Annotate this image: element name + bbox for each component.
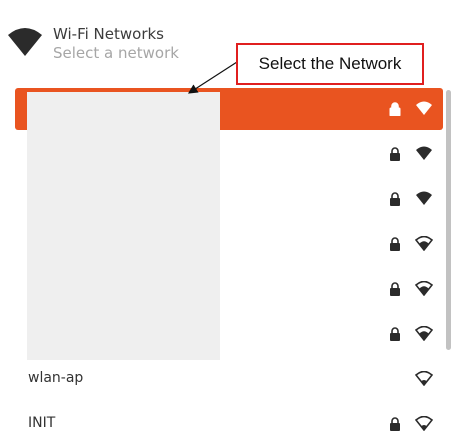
wifi-signal-medium-icon: [415, 236, 433, 251]
lock-icon: [390, 327, 400, 341]
lock-icon: [390, 192, 400, 206]
scrollbar[interactable]: [446, 90, 451, 350]
network-name: wlan-ap: [28, 370, 84, 386]
lock-icon: [390, 282, 400, 296]
wifi-signal-full-icon: [416, 101, 432, 115]
wifi-signal-full-icon: [416, 146, 432, 160]
network-row[interactable]: INIT: [15, 403, 443, 445]
network-row[interactable]: wlan-ap: [15, 358, 443, 400]
lock-icon: [390, 237, 400, 251]
lock-icon: [390, 417, 400, 431]
wifi-signal-medium-icon: [415, 281, 433, 296]
wifi-signal-full-icon: [416, 191, 432, 205]
lock-icon: [389, 102, 401, 116]
wifi-signal-medium-icon: [415, 326, 433, 341]
callout-label: Select the Network: [236, 43, 424, 85]
wifi-icon: [8, 28, 42, 56]
page-subtitle: Select a network: [53, 44, 179, 62]
page-title: Wi-Fi Networks: [53, 25, 164, 43]
lock-icon: [390, 147, 400, 161]
wifi-signal-low-icon: [415, 371, 433, 386]
redacted-area: [27, 92, 220, 360]
network-name: INIT: [28, 415, 56, 431]
